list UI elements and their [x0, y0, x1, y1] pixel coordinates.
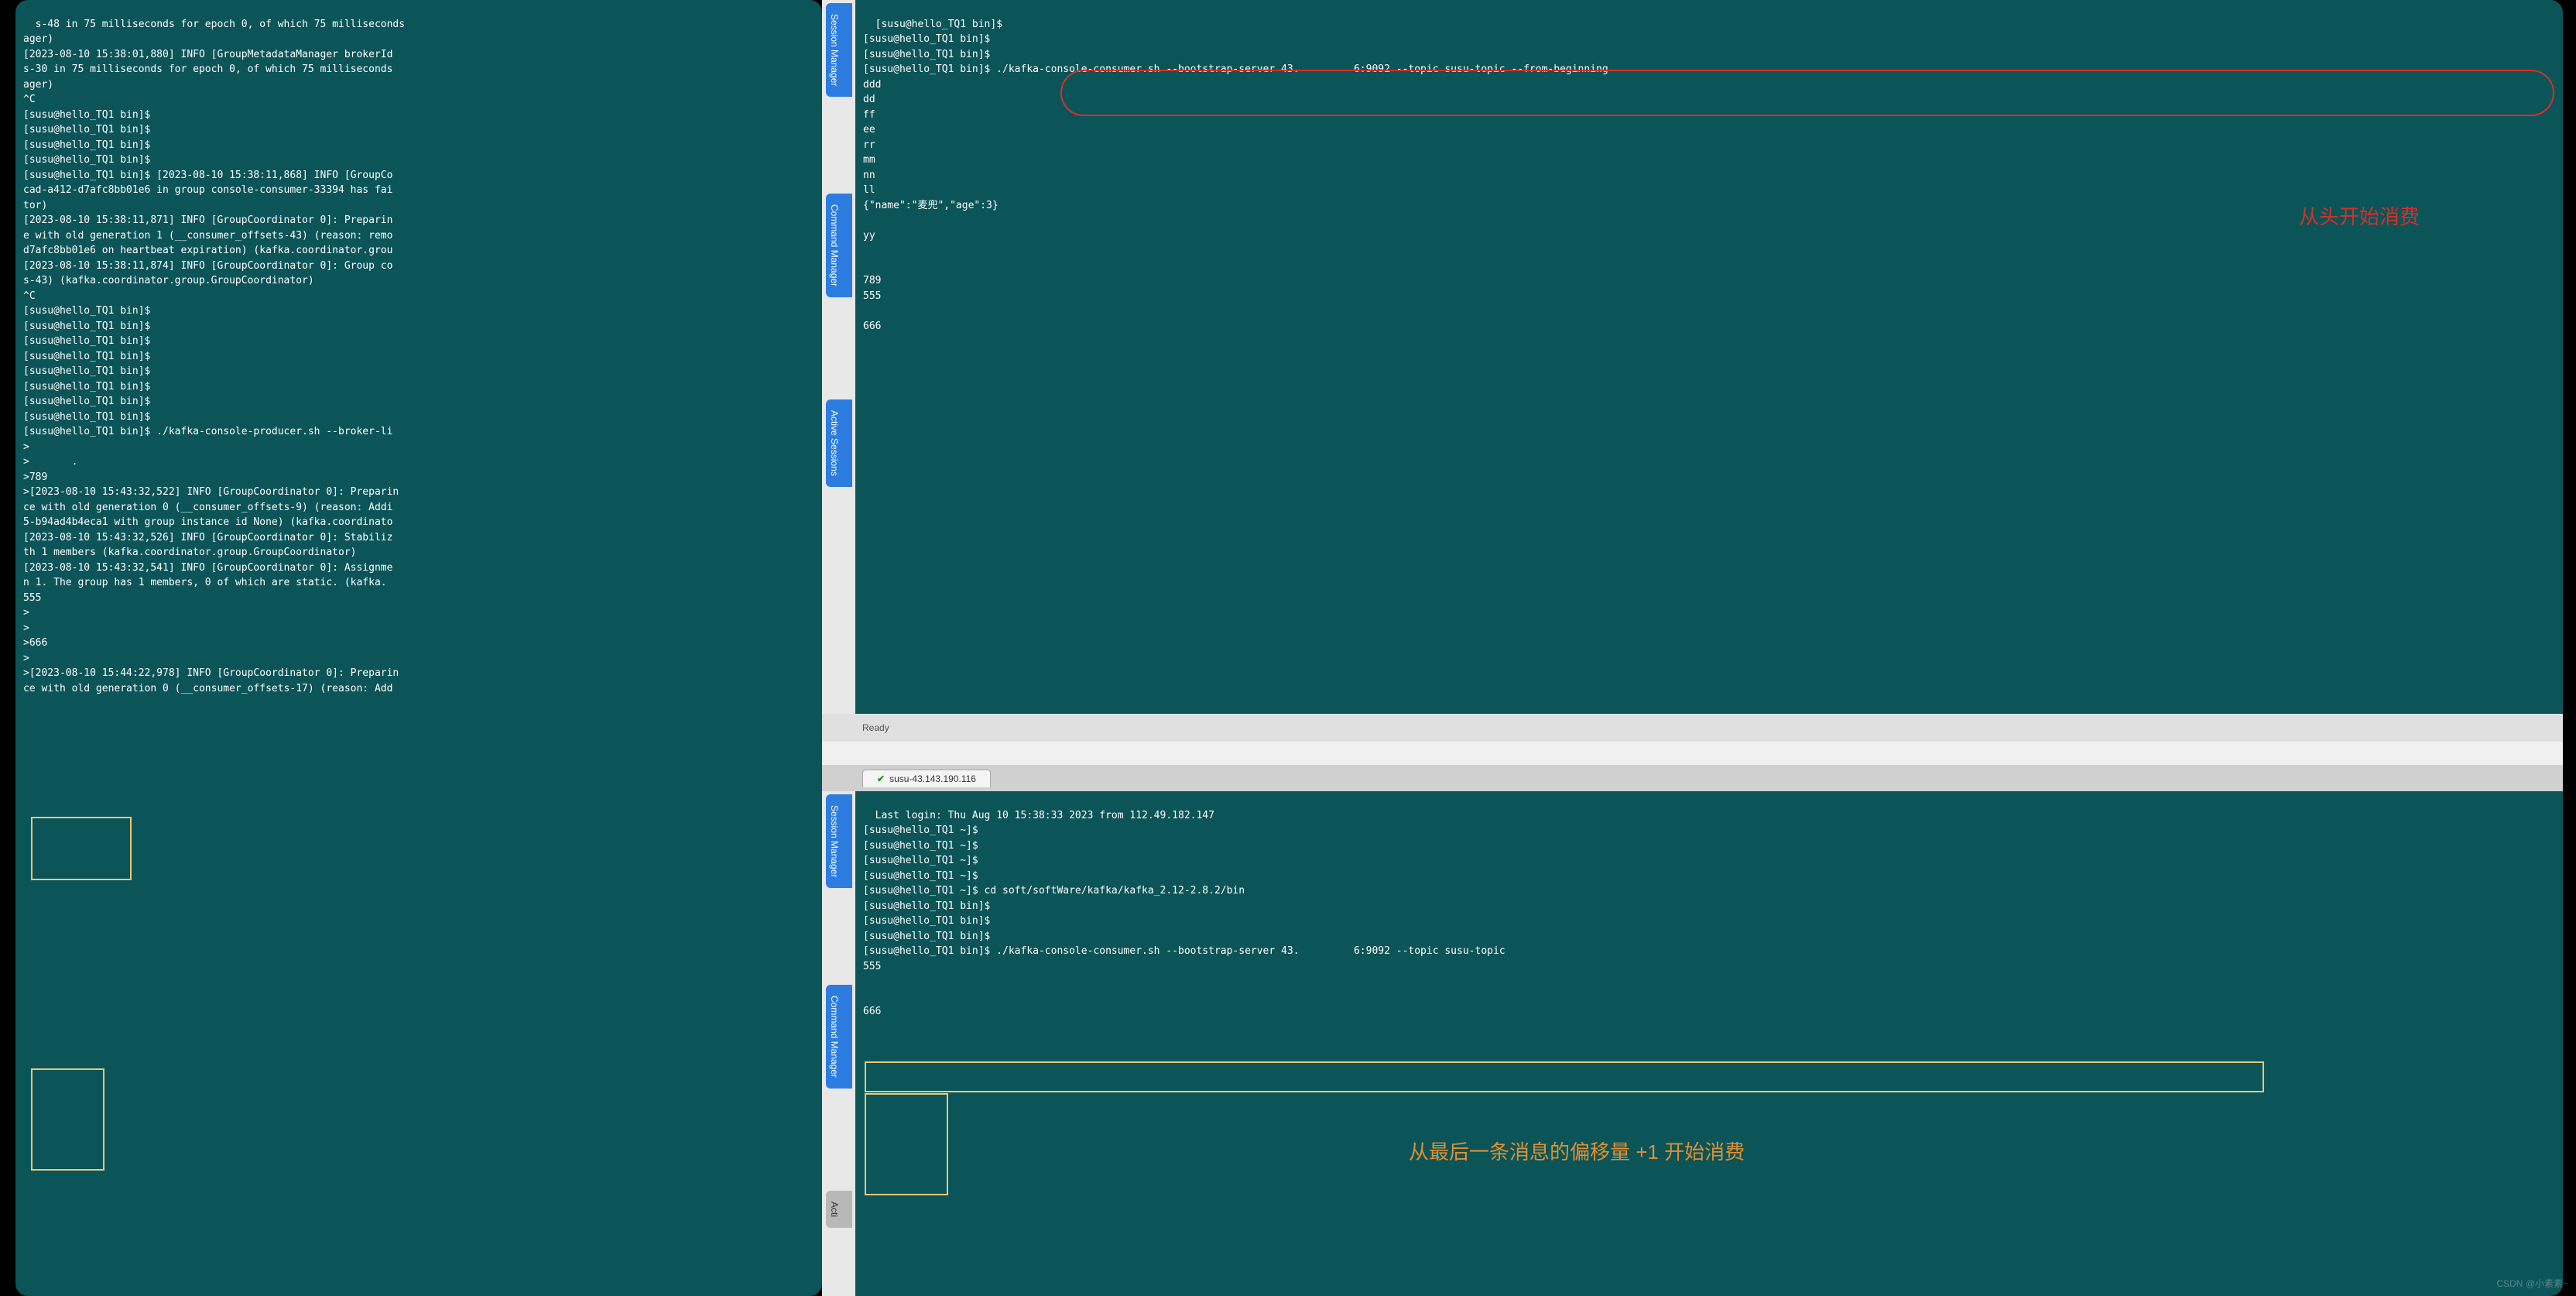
- command-manager-tab-bottom[interactable]: Command Manager: [826, 985, 852, 1089]
- tab-label: susu-43.143.190.116: [889, 773, 976, 784]
- session-manager-tab[interactable]: Session Manager: [826, 3, 852, 97]
- check-icon: ✔: [877, 773, 885, 784]
- session-manager-tab-bottom[interactable]: Session Manager: [826, 794, 852, 888]
- right-top-terminal-content: [susu@hello_TQ1 bin]$ [susu@hello_TQ1 bi…: [863, 19, 1608, 332]
- tab-susu-host[interactable]: ✔ susu-43.143.190.116: [862, 770, 991, 787]
- acti-tab-bottom[interactable]: Acti: [826, 1191, 852, 1228]
- watermark: CSDN @小素素~: [2496, 1277, 2568, 1290]
- right-bottom-terminal-content: Last login: Thu Aug 10 15:38:33 2023 fro…: [863, 810, 1506, 1018]
- left-terminal-content: s-48 in 75 milliseconds for epoch 0, of …: [23, 19, 405, 694]
- status-bar: Ready: [822, 714, 2563, 742]
- left-terminal-pane[interactable]: s-48 in 75 milliseconds for epoch 0, of …: [15, 0, 822, 1296]
- active-sessions-tab[interactable]: Active Sessions: [826, 399, 852, 487]
- yellow-box-left-input-1: [31, 817, 132, 880]
- gap-strip: [822, 742, 2563, 765]
- annotation-from-offset: 从最后一条消息的偏移量 +1 开始消费: [1409, 1137, 1745, 1165]
- red-outline-top-command: [1060, 70, 2554, 116]
- tab-bar: ✔ susu-43.143.190.116: [822, 765, 2563, 791]
- vertical-tab-strip-bottom: Session Manager Command Manager Acti: [822, 791, 856, 1296]
- command-manager-tab[interactable]: Command Manager: [826, 194, 852, 297]
- right-bottom-terminal-pane[interactable]: Last login: Thu Aug 10 15:38:33 2023 fro…: [855, 791, 2563, 1296]
- yellow-box-right-555-666: [865, 1093, 948, 1195]
- vertical-tab-strip-top: Session Manager Command Manager Active S…: [822, 0, 856, 714]
- yellow-box-left-555-666: [31, 1068, 104, 1171]
- yellow-box-consumer-command: [865, 1061, 2264, 1092]
- annotation-from-beginning: 从头开始消费: [2299, 201, 2420, 230]
- status-text: Ready: [862, 722, 889, 733]
